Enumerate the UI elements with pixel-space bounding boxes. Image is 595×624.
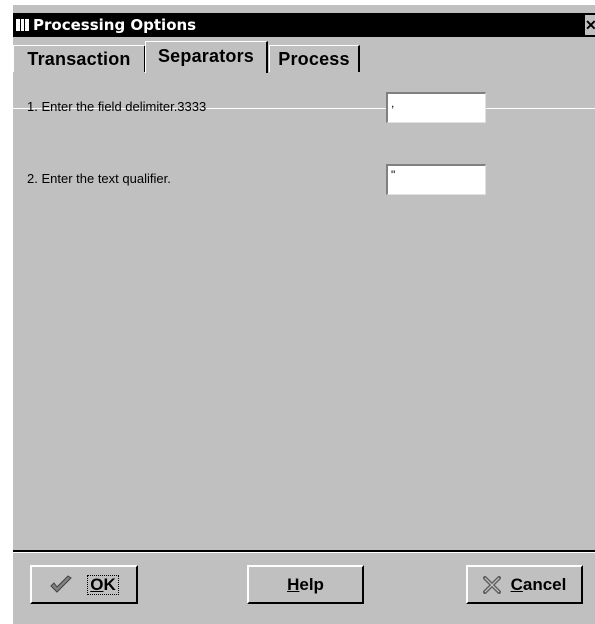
- text-qualifier-label: 2. Enter the text qualifier.: [27, 171, 171, 186]
- tab-transaction[interactable]: Transaction: [13, 45, 146, 72]
- window-app-icon: [16, 19, 29, 31]
- button-area-divider-highlight: [13, 552, 595, 553]
- processing-options-dialog: Processing Options ✕ Transaction Separat…: [12, 5, 595, 624]
- text-qualifier-input[interactable]: ": [386, 164, 486, 195]
- tab-strip: Transaction Separators Process: [13, 41, 595, 109]
- window-title: Processing Options: [33, 16, 197, 34]
- tab-process[interactable]: Process: [269, 45, 360, 72]
- field-delimiter-label: 1. Enter the field delimiter.3333: [27, 99, 207, 114]
- close-button[interactable]: ✕: [585, 15, 595, 35]
- tab-separators[interactable]: Separators: [145, 41, 268, 73]
- cancel-button[interactable]: Cancel: [466, 565, 583, 604]
- ok-button[interactable]: OK: [30, 565, 138, 604]
- cancel-x-icon: [482, 575, 501, 594]
- title-bar[interactable]: Processing Options ✕: [13, 13, 595, 37]
- help-button[interactable]: Help: [247, 565, 364, 604]
- ok-label: OK: [87, 574, 119, 595]
- checkmark-icon: [50, 574, 73, 593]
- cancel-label: Cancel: [510, 574, 567, 594]
- field-delimiter-input[interactable]: ,: [386, 92, 486, 123]
- separators-panel: 1. Enter the field delimiter.3333 , 2. E…: [13, 73, 595, 550]
- help-label: Help: [287, 574, 324, 594]
